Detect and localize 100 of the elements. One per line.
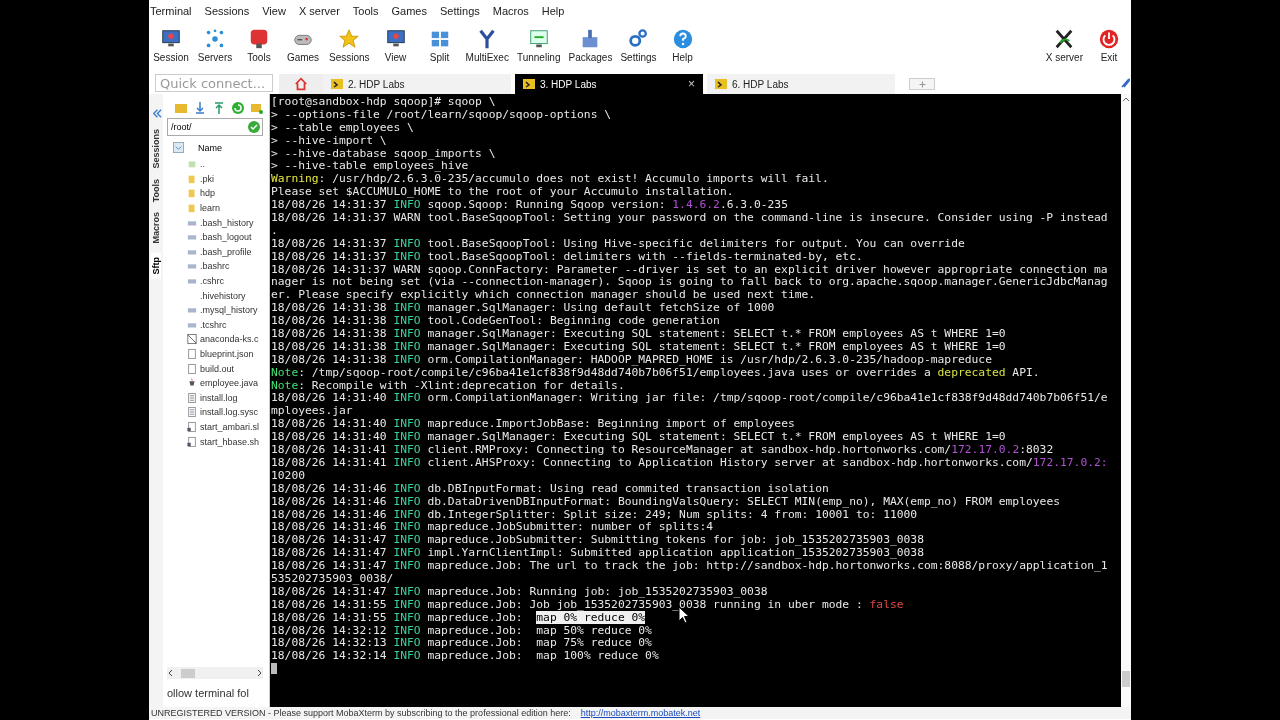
folder-icon (187, 188, 197, 199)
terminal-text: client.RMProxy: Connecting to ResourceManager at sandbox-hdp.hortonworks.com/ (426, 443, 952, 457)
menu-item[interactable]: View (262, 5, 294, 17)
toolbar-button[interactable]: Games (281, 28, 325, 63)
menu-item[interactable]: Settings (440, 5, 488, 17)
file-name[interactable]: learn (200, 203, 220, 214)
terminal-panel[interactable] (270, 94, 1121, 707)
text-file-icon (187, 407, 197, 418)
file-name[interactable]: start_ambari.sl (200, 422, 260, 432)
terminal-text: 18/08/26 14:31:37 WARN sqoop.ConnFactory: Parameter --driver is set to an explicit driver however appropriate connection ma (271, 262, 1108, 276)
side-tab[interactable]: Sessions (151, 129, 161, 169)
file-icon (187, 305, 197, 316)
note-label: Note (271, 365, 299, 379)
plus-icon (917, 79, 927, 89)
menu-item[interactable]: Terminal (150, 5, 200, 17)
terminal-text: 18/08/26 14:31:55 (271, 597, 388, 611)
path-field[interactable]: /root/ (167, 118, 263, 136)
website-link[interactable]: http://mobaxterm.mobatek.net (580, 708, 701, 718)
toolbar-button[interactable]: Tunneling (512, 28, 565, 63)
toolbar-button[interactable]: Packages (564, 28, 617, 63)
double-chevron-icon[interactable] (150, 108, 162, 119)
file-icon (187, 276, 197, 287)
file-name[interactable]: .bashrc (200, 261, 230, 272)
side-tab[interactable]: Sftp (151, 253, 161, 279)
terminal-text: 18/08/26 14:31:40 (271, 430, 388, 444)
side-tab[interactable]: Tools (151, 178, 161, 202)
toolbar-button[interactable]: Exit (1087, 28, 1131, 63)
file-name[interactable]: .pki (200, 173, 214, 184)
checkmark-icon[interactable] (248, 121, 260, 133)
terminal-text: manager.SqlManager: Executing SQL statement: SELECT t.* FROM employees AS t WHERE 1=0 (426, 339, 1006, 353)
quick-connect-field[interactable]: Quick connect... (155, 74, 273, 92)
upload-icon[interactable] (213, 102, 225, 114)
toolbar-button[interactable]: Settings (616, 28, 661, 63)
file-icon (187, 334, 197, 345)
file-name[interactable]: .hivehistory (200, 290, 246, 301)
menu-item[interactable]: Games (391, 5, 435, 17)
toolbar-button[interactable]: MultiExec (461, 28, 513, 63)
file-name[interactable]: install.log.sysc (200, 407, 259, 418)
menu-item[interactable]: Macros (492, 5, 537, 17)
scroll-thumb[interactable] (181, 668, 195, 678)
side-tab[interactable]: Macros (151, 211, 161, 244)
column-header[interactable]: Name (198, 142, 222, 153)
terminal-icon (715, 78, 727, 90)
file-name[interactable]: .mysql_history (200, 305, 258, 316)
file-name[interactable]: install.log (200, 392, 238, 403)
menu-item[interactable]: X server (298, 5, 348, 17)
file-name[interactable]: hdp (200, 188, 216, 199)
file-name[interactable]: .bash_logout (200, 232, 252, 243)
session-tab[interactable]: 6. HDP Labs (707, 74, 895, 94)
log-level: INFO (393, 430, 421, 444)
file-name[interactable]: anaconda-ks.c (200, 334, 259, 345)
file-icon (187, 261, 197, 272)
file-name[interactable]: .bash_history (200, 217, 254, 228)
scroll-thumb[interactable] (1122, 671, 1130, 687)
close-button[interactable]: × (688, 77, 695, 91)
file-name[interactable]: .bash_profile (200, 246, 252, 257)
folder-icon[interactable] (175, 102, 187, 114)
screen-icon (527, 28, 550, 50)
toolbar-button[interactable]: Servers (193, 28, 237, 63)
toolbar-button[interactable]: Help (660, 28, 705, 63)
file-name[interactable]: employee.java (200, 378, 259, 389)
toolbar-button[interactable]: Sessions (325, 28, 374, 63)
session-tab[interactable]: 2. HDP Labs (323, 74, 511, 94)
file-name[interactable]: build.out (200, 363, 235, 374)
menu-item[interactable]: Sessions (204, 5, 258, 17)
terminal-text: client.AHSProxy: Connecting to Application History server at sandbox-hdp.hortonworks.com/ (426, 455, 1033, 469)
home-tab[interactable] (279, 74, 323, 94)
house-icon (294, 77, 308, 91)
new-folder-icon[interactable] (251, 102, 263, 114)
terminal-text: 18/08/26 14:31:41 (271, 455, 388, 469)
menu-item[interactable]: Tools (352, 5, 387, 17)
log-level: INFO (393, 198, 421, 212)
vertical-scrollbar[interactable] (1121, 94, 1131, 707)
horizontal-scrollbar[interactable] (167, 667, 263, 679)
terminal-text: 18/08/26 14:31:37 (271, 236, 388, 250)
log-level: INFO (393, 455, 421, 469)
new-tab-button[interactable] (909, 78, 935, 90)
terminal-text: mployees.jar (271, 404, 353, 418)
terminal-icon (523, 78, 535, 90)
file-name[interactable]: start_hbase.sh (200, 436, 260, 447)
file-name[interactable]: .. (200, 159, 205, 170)
file-name[interactable]: .cshrc (200, 276, 224, 287)
toolbar-button[interactable]: View (373, 28, 418, 63)
folder-icon (187, 173, 197, 184)
follow-terminal-checkbox-label[interactable]: ollow terminal fol (163, 679, 269, 707)
file-name[interactable]: .tcshrc (200, 319, 227, 330)
toolbar-button[interactable]: Split (417, 28, 462, 63)
toolbar-button[interactable]: X server (1041, 28, 1087, 63)
toolbar-button[interactable]: Tools (237, 28, 281, 63)
parent-folder-icon (187, 159, 197, 170)
refresh-icon[interactable] (232, 102, 244, 114)
file-name[interactable]: blueprint.json (200, 349, 254, 359)
terminal-icon (331, 78, 343, 90)
toolbar-button[interactable]: Session (149, 28, 193, 63)
terminal-text: 18/08/26 14:32:13 (271, 636, 388, 650)
log-level: INFO (393, 417, 421, 431)
log-level: INFO (393, 584, 421, 598)
download-icon[interactable] (194, 102, 206, 114)
session-tab[interactable]: 3. HDP Labs × (515, 74, 703, 94)
menu-item[interactable]: Help (541, 5, 573, 17)
